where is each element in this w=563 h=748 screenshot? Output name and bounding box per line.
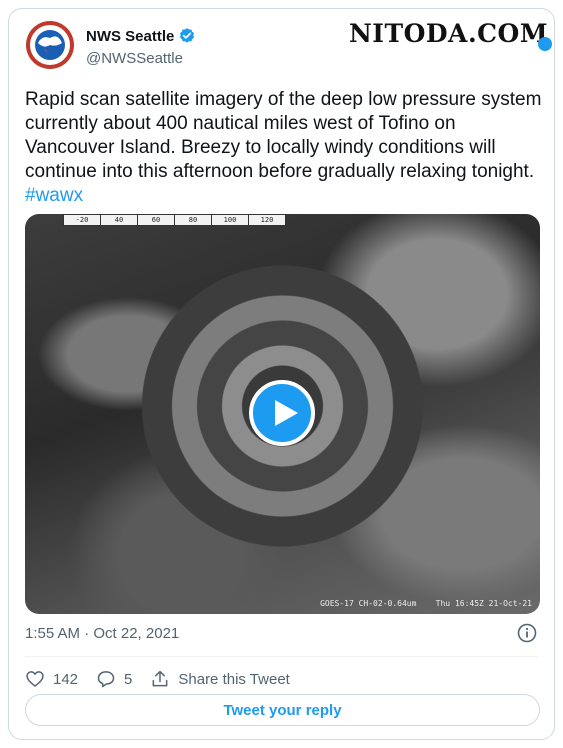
author-name-text[interactable]: NWS Seattle bbox=[86, 28, 174, 45]
hashtag-link[interactable]: #wawx bbox=[25, 185, 83, 206]
author-handle[interactable]: @NWSSeattle bbox=[86, 50, 183, 67]
heart-icon bbox=[26, 671, 44, 687]
nws-logo-icon[interactable] bbox=[26, 21, 74, 69]
tweet-text: Rapid scan satellite imagery of the deep… bbox=[25, 88, 545, 208]
tweet-body: Rapid scan satellite imagery of the deep… bbox=[25, 89, 542, 182]
reply-button[interactable]: 5 bbox=[96, 669, 132, 689]
action-bar: 142 5 Share this Tweet bbox=[25, 664, 308, 694]
scale-label: 40 bbox=[101, 215, 138, 225]
share-button[interactable]: Share this Tweet bbox=[150, 669, 290, 689]
like-count: 142 bbox=[53, 670, 79, 688]
verified-badge-icon bbox=[180, 28, 195, 43]
scale-label: -20 bbox=[64, 215, 101, 225]
reply-count: 5 bbox=[124, 670, 133, 688]
share-icon bbox=[152, 670, 168, 687]
scale-label: 100 bbox=[212, 215, 249, 225]
play-button[interactable] bbox=[249, 380, 315, 446]
like-button[interactable]: 142 bbox=[25, 669, 78, 689]
scale-label: 60 bbox=[138, 215, 175, 225]
scale-label: 80 bbox=[175, 215, 212, 225]
tweet-card: NWS Seattle @NWSSeattle NITODA.COM Rapid… bbox=[8, 8, 555, 740]
video-caption: GOES-17 CH-02-0.64um Thu 16:45Z 21-Oct-2… bbox=[320, 599, 532, 608]
watermark-text: NITODA.COM bbox=[348, 19, 548, 48]
reply-icon bbox=[97, 671, 115, 688]
play-icon bbox=[275, 400, 298, 426]
scale-label: 120 bbox=[249, 215, 286, 225]
tweet-timestamp[interactable]: 1:55 AM · Oct 22, 2021 bbox=[25, 625, 179, 642]
share-label: Share this Tweet bbox=[178, 670, 290, 688]
divider bbox=[25, 656, 538, 657]
scale-bar: -20 40 60 80 100 120 bbox=[63, 214, 287, 226]
author-name[interactable]: NWS Seattle bbox=[86, 27, 196, 45]
info-icon[interactable] bbox=[517, 623, 537, 643]
tweet-your-reply-button[interactable]: Tweet your reply bbox=[25, 694, 540, 726]
blue-dot-icon bbox=[538, 37, 552, 51]
video-player[interactable]: -20 40 60 80 100 120 GOES-17 CH-02-0.64u… bbox=[25, 214, 540, 614]
